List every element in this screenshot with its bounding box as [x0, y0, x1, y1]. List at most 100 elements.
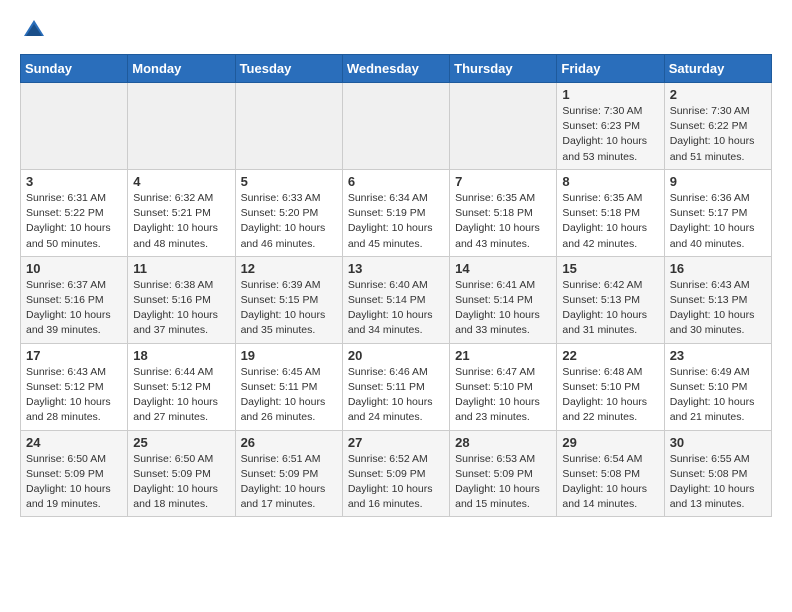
day-number: 9: [670, 174, 766, 189]
day-number: 16: [670, 261, 766, 276]
day-info: Sunrise: 6:42 AM Sunset: 5:13 PM Dayligh…: [562, 278, 658, 339]
day-number: 1: [562, 87, 658, 102]
day-number: 24: [26, 435, 122, 450]
day-cell: 15 Sunrise: 6:42 AM Sunset: 5:13 PM Dayli…: [557, 256, 664, 343]
day-cell: 21 Sunrise: 6:47 AM Sunset: 5:10 PM Dayli…: [450, 343, 557, 430]
day-cell: 14 Sunrise: 6:41 AM Sunset: 5:14 PM Dayli…: [450, 256, 557, 343]
day-info: Sunrise: 6:43 AM Sunset: 5:12 PM Dayligh…: [26, 365, 122, 426]
week-row-5: 24 Sunrise: 6:50 AM Sunset: 5:09 PM Dayli…: [21, 430, 772, 517]
day-cell: 3Sunrise: 6:31 AM Sunset: 5:22 PM Daylig…: [21, 169, 128, 256]
day-number: 8: [562, 174, 658, 189]
day-info: Sunrise: 6:37 AM Sunset: 5:16 PM Dayligh…: [26, 278, 122, 339]
day-number: 20: [348, 348, 444, 363]
day-cell: 20 Sunrise: 6:46 AM Sunset: 5:11 PM Dayli…: [342, 343, 449, 430]
day-cell: [342, 83, 449, 170]
day-cell: 4 Sunrise: 6:32 AM Sunset: 5:21 PM Daylig…: [128, 169, 235, 256]
day-cell: 19 Sunrise: 6:45 AM Sunset: 5:11 PM Dayli…: [235, 343, 342, 430]
day-info: Sunrise: 6:44 AM Sunset: 5:12 PM Dayligh…: [133, 365, 229, 426]
day-number: 12: [241, 261, 337, 276]
day-number: 18: [133, 348, 229, 363]
day-cell: 6 Sunrise: 6:34 AM Sunset: 5:19 PM Daylig…: [342, 169, 449, 256]
day-number: 25: [133, 435, 229, 450]
day-cell: 10 Sunrise: 6:37 AM Sunset: 5:16 PM Dayli…: [21, 256, 128, 343]
day-info: Sunrise: 6:47 AM Sunset: 5:10 PM Dayligh…: [455, 365, 551, 426]
weekday-row: SundayMondayTuesdayWednesdayThursdayFrid…: [21, 55, 772, 83]
day-number: 2: [670, 87, 766, 102]
day-number: 10: [26, 261, 122, 276]
day-number: 7: [455, 174, 551, 189]
calendar-body: 1 Sunrise: 7:30 AM Sunset: 6:23 PM Daylig…: [21, 83, 772, 517]
day-info: Sunrise: 6:39 AM Sunset: 5:15 PM Dayligh…: [241, 278, 337, 339]
day-cell: 12 Sunrise: 6:39 AM Sunset: 5:15 PM Dayli…: [235, 256, 342, 343]
day-info: Sunrise: 7:30 AM Sunset: 6:22 PM Dayligh…: [670, 104, 766, 165]
day-cell: 1 Sunrise: 7:30 AM Sunset: 6:23 PM Daylig…: [557, 83, 664, 170]
header: [20, 16, 772, 44]
day-cell: 25 Sunrise: 6:50 AM Sunset: 5:09 PM Dayli…: [128, 430, 235, 517]
day-info: Sunrise: 6:45 AM Sunset: 5:11 PM Dayligh…: [241, 365, 337, 426]
day-info: Sunrise: 6:46 AM Sunset: 5:11 PM Dayligh…: [348, 365, 444, 426]
day-cell: 18 Sunrise: 6:44 AM Sunset: 5:12 PM Dayli…: [128, 343, 235, 430]
day-info: Sunrise: 6:52 AM Sunset: 5:09 PM Dayligh…: [348, 452, 444, 513]
day-cell: 28 Sunrise: 6:53 AM Sunset: 5:09 PM Dayli…: [450, 430, 557, 517]
week-row-4: 17 Sunrise: 6:43 AM Sunset: 5:12 PM Dayli…: [21, 343, 772, 430]
day-number: 17: [26, 348, 122, 363]
day-cell: 23 Sunrise: 6:49 AM Sunset: 5:10 PM Dayli…: [664, 343, 771, 430]
day-number: 23: [670, 348, 766, 363]
day-number: 29: [562, 435, 658, 450]
day-info: Sunrise: 6:34 AM Sunset: 5:19 PM Dayligh…: [348, 191, 444, 252]
day-cell: 22 Sunrise: 6:48 AM Sunset: 5:10 PM Dayli…: [557, 343, 664, 430]
weekday-header-thursday: Thursday: [450, 55, 557, 83]
day-info: Sunrise: 6:55 AM Sunset: 5:08 PM Dayligh…: [670, 452, 766, 513]
week-row-1: 1 Sunrise: 7:30 AM Sunset: 6:23 PM Daylig…: [21, 83, 772, 170]
day-info: Sunrise: 6:35 AM Sunset: 5:18 PM Dayligh…: [562, 191, 658, 252]
day-number: 28: [455, 435, 551, 450]
day-number: 11: [133, 261, 229, 276]
weekday-header-saturday: Saturday: [664, 55, 771, 83]
day-cell: [450, 83, 557, 170]
day-info: Sunrise: 6:53 AM Sunset: 5:09 PM Dayligh…: [455, 452, 551, 513]
day-info: Sunrise: 6:49 AM Sunset: 5:10 PM Dayligh…: [670, 365, 766, 426]
day-cell: 29 Sunrise: 6:54 AM Sunset: 5:08 PM Dayli…: [557, 430, 664, 517]
day-info: Sunrise: 6:31 AM Sunset: 5:22 PM Dayligh…: [26, 191, 122, 252]
week-row-3: 10 Sunrise: 6:37 AM Sunset: 5:16 PM Dayli…: [21, 256, 772, 343]
day-cell: 30 Sunrise: 6:55 AM Sunset: 5:08 PM Dayli…: [664, 430, 771, 517]
day-cell: 16 Sunrise: 6:43 AM Sunset: 5:13 PM Dayli…: [664, 256, 771, 343]
day-info: Sunrise: 6:36 AM Sunset: 5:17 PM Dayligh…: [670, 191, 766, 252]
day-cell: 7 Sunrise: 6:35 AM Sunset: 5:18 PM Daylig…: [450, 169, 557, 256]
day-number: 19: [241, 348, 337, 363]
day-number: 26: [241, 435, 337, 450]
calendar-table: SundayMondayTuesdayWednesdayThursdayFrid…: [20, 54, 772, 517]
day-number: 5: [241, 174, 337, 189]
day-cell: 17 Sunrise: 6:43 AM Sunset: 5:12 PM Dayli…: [21, 343, 128, 430]
day-info: Sunrise: 6:43 AM Sunset: 5:13 PM Dayligh…: [670, 278, 766, 339]
weekday-header-friday: Friday: [557, 55, 664, 83]
week-row-2: 3Sunrise: 6:31 AM Sunset: 5:22 PM Daylig…: [21, 169, 772, 256]
day-cell: 5Sunrise: 6:33 AM Sunset: 5:20 PM Daylig…: [235, 169, 342, 256]
day-info: Sunrise: 6:50 AM Sunset: 5:09 PM Dayligh…: [133, 452, 229, 513]
day-cell: 13Sunrise: 6:40 AM Sunset: 5:14 PM Dayli…: [342, 256, 449, 343]
day-number: 30: [670, 435, 766, 450]
day-info: Sunrise: 7:30 AM Sunset: 6:23 PM Dayligh…: [562, 104, 658, 165]
day-number: 13: [348, 261, 444, 276]
day-number: 22: [562, 348, 658, 363]
weekday-header-sunday: Sunday: [21, 55, 128, 83]
day-number: 4: [133, 174, 229, 189]
day-cell: [235, 83, 342, 170]
day-info: Sunrise: 6:48 AM Sunset: 5:10 PM Dayligh…: [562, 365, 658, 426]
day-cell: 11Sunrise: 6:38 AM Sunset: 5:16 PM Dayli…: [128, 256, 235, 343]
day-info: Sunrise: 6:54 AM Sunset: 5:08 PM Dayligh…: [562, 452, 658, 513]
day-info: Sunrise: 6:32 AM Sunset: 5:21 PM Dayligh…: [133, 191, 229, 252]
logo-icon: [20, 16, 48, 44]
day-info: Sunrise: 6:50 AM Sunset: 5:09 PM Dayligh…: [26, 452, 122, 513]
day-number: 15: [562, 261, 658, 276]
day-cell: 27Sunrise: 6:52 AM Sunset: 5:09 PM Dayli…: [342, 430, 449, 517]
day-info: Sunrise: 6:51 AM Sunset: 5:09 PM Dayligh…: [241, 452, 337, 513]
day-info: Sunrise: 6:35 AM Sunset: 5:18 PM Dayligh…: [455, 191, 551, 252]
day-cell: 9 Sunrise: 6:36 AM Sunset: 5:17 PM Daylig…: [664, 169, 771, 256]
calendar-header: SundayMondayTuesdayWednesdayThursdayFrid…: [21, 55, 772, 83]
day-number: 14: [455, 261, 551, 276]
day-cell: 24 Sunrise: 6:50 AM Sunset: 5:09 PM Dayli…: [21, 430, 128, 517]
day-number: 6: [348, 174, 444, 189]
day-info: Sunrise: 6:41 AM Sunset: 5:14 PM Dayligh…: [455, 278, 551, 339]
day-number: 21: [455, 348, 551, 363]
